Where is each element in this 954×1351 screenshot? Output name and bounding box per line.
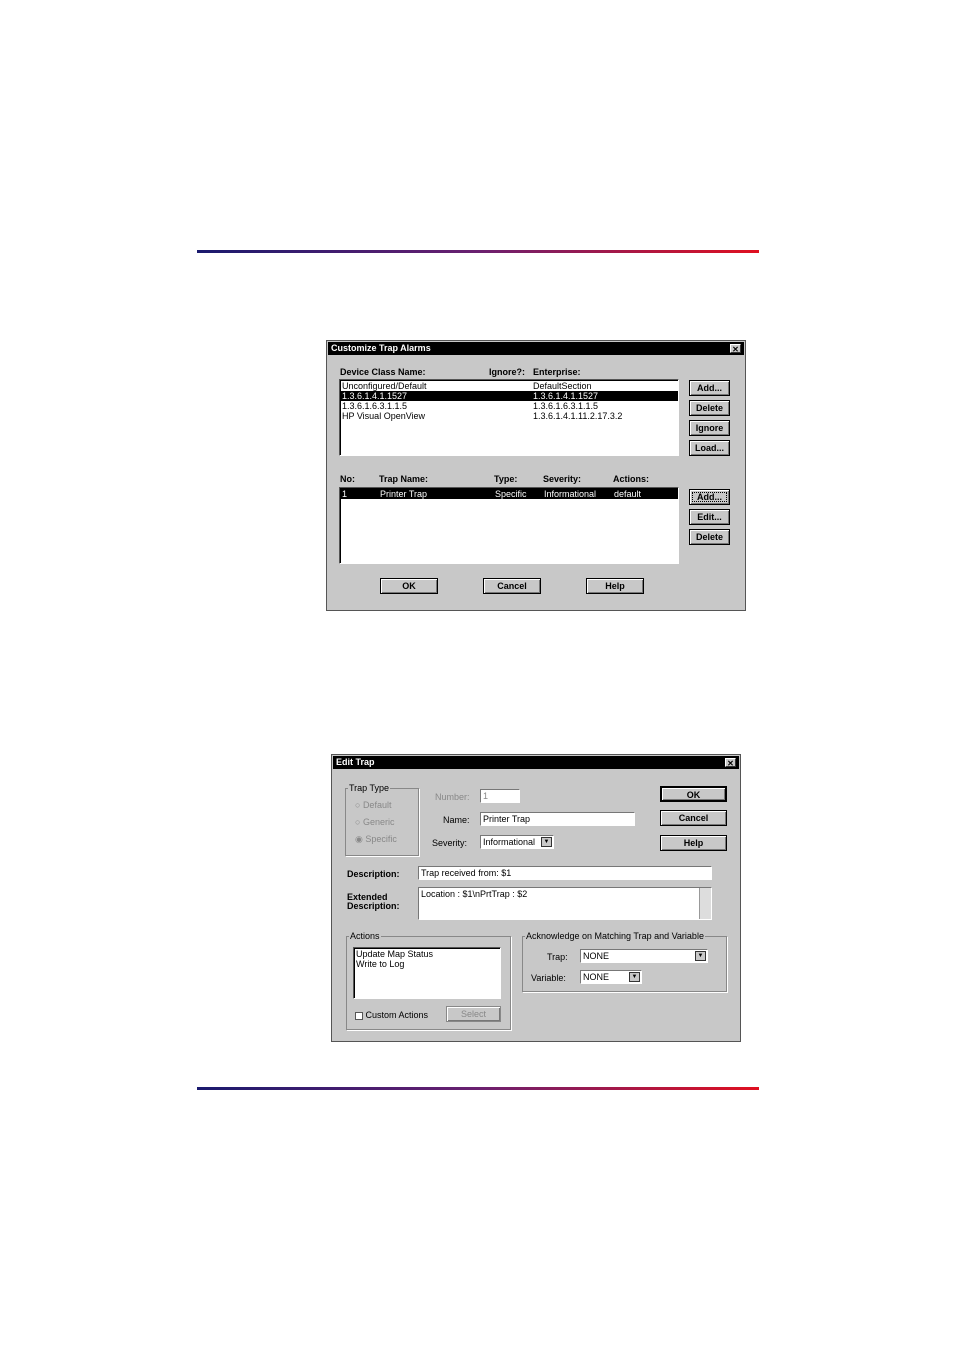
device-class-header: Device Class Name: xyxy=(340,367,426,377)
extended-label-2: Description: xyxy=(347,901,400,911)
scrollbar[interactable] xyxy=(699,888,711,919)
help-button[interactable]: Help xyxy=(586,578,644,594)
device-enterprise: 1.3.6.1.6.3.1.1.5 xyxy=(533,401,599,411)
close-icon[interactable]: ✕ xyxy=(725,758,736,768)
list-item[interactable]: 1.3.6.1.4.1.1527 1.3.6.1.4.1.1527 xyxy=(340,391,678,401)
device-ignore-button[interactable]: Ignore xyxy=(689,420,730,436)
device-add-button[interactable]: Add... xyxy=(689,380,730,396)
trap-actions: default xyxy=(614,489,642,499)
enterprise-header: Enterprise: xyxy=(533,367,581,377)
footer-rule xyxy=(197,1087,759,1090)
trap-value: NONE xyxy=(583,951,610,961)
description-field[interactable]: Trap received from: $1 xyxy=(418,866,712,880)
acknowledge-label: Acknowledge on Matching Trap and Variabl… xyxy=(525,931,705,941)
radio-label: Default xyxy=(362,800,392,810)
device-name: 1.3.6.1.6.3.1.1.5 xyxy=(342,401,408,411)
chevron-down-icon[interactable]: ▼ xyxy=(541,837,552,847)
type-header: Type: xyxy=(494,474,518,484)
radio-specific[interactable]: ◉ Specific xyxy=(355,834,397,845)
trap-list[interactable]: 1 Printer Trap Specific Informational defaul… xyxy=(339,487,679,564)
dialog-title: Customize Trap Alarms xyxy=(331,343,431,353)
dialog-title: Edit Trap xyxy=(336,757,375,767)
trap-no: 1 xyxy=(342,489,348,499)
ignore-header: Ignore?: xyxy=(489,367,525,377)
extended-description-text: Location : $1\nPrtTrap : $2 xyxy=(421,889,528,899)
title-bar: Customize Trap Alarms ✕ xyxy=(328,342,744,355)
table-row[interactable]: 1 Printer Trap Specific Informational defaul… xyxy=(340,489,678,499)
radio-label: Generic xyxy=(362,817,395,827)
custom-actions-checkbox[interactable]: Custom Actions xyxy=(355,1010,428,1020)
name-label: Name: xyxy=(443,815,470,825)
severity-label: Severity: xyxy=(432,838,468,848)
chevron-down-icon[interactable]: ▼ xyxy=(629,972,640,982)
device-name: 1.3.6.1.4.1.1527 xyxy=(342,391,408,401)
device-name: Unconfigured/Default xyxy=(342,381,427,391)
radio-label: Specific xyxy=(365,834,397,844)
actions-label: Actions xyxy=(349,931,381,941)
close-icon[interactable]: ✕ xyxy=(730,344,741,354)
checkbox-icon[interactable] xyxy=(355,1011,363,1020)
cancel-button[interactable]: Cancel xyxy=(483,578,541,594)
description-label: Description: xyxy=(347,869,400,879)
device-enterprise: DefaultSection xyxy=(533,381,592,391)
list-item[interactable]: Update Map Status xyxy=(356,949,498,959)
device-enterprise: 1.3.6.1.4.1.11.2.17.3.2 xyxy=(533,411,623,421)
device-name: HP Visual OpenView xyxy=(342,411,426,421)
ok-button[interactable]: OK xyxy=(660,786,727,802)
actions-group: Actions Update Map Status Write to Log C… xyxy=(346,931,511,1030)
actions-header: Actions: xyxy=(613,474,649,484)
acknowledge-group: Acknowledge on Matching Trap and Variabl… xyxy=(522,931,727,992)
trap-severity: Informational xyxy=(544,489,597,499)
name-field[interactable]: Printer Trap xyxy=(480,812,635,826)
edit-trap-dialog: Edit Trap ✕ Trap Type ○ Default ○ Generic… xyxy=(331,754,741,1042)
trap-type-group: Trap Type ○ Default ○ Generic ◉ Specific xyxy=(345,783,419,856)
trap-label: Trap: xyxy=(547,952,568,962)
variable-value: NONE xyxy=(583,972,610,982)
severity-value: Informational xyxy=(483,837,536,847)
list-item[interactable]: HP Visual OpenView 1.3.6.1.4.1.11.2.17.3.… xyxy=(340,411,678,421)
radio-default[interactable]: ○ Default xyxy=(355,800,391,810)
custom-actions-label: Custom Actions xyxy=(365,1010,429,1020)
variable-select[interactable]: NONE ▼ xyxy=(580,970,642,984)
severity-select[interactable]: Informational ▼ xyxy=(480,835,554,849)
list-item[interactable]: Write to Log xyxy=(356,959,498,969)
trap-type-label: Trap Type xyxy=(348,783,391,793)
list-item[interactable]: Unconfigured/Default DefaultSection xyxy=(340,381,678,391)
chevron-down-icon[interactable]: ▼ xyxy=(695,951,706,961)
trap-name-header: Trap Name: xyxy=(379,474,429,484)
help-button[interactable]: Help xyxy=(660,835,727,851)
no-header: No: xyxy=(340,474,355,484)
trap-name: Printer Trap xyxy=(380,489,428,499)
trap-add-button[interactable]: Add... xyxy=(689,489,730,505)
list-item[interactable]: 1.3.6.1.6.3.1.1.5 1.3.6.1.6.3.1.1.5 xyxy=(340,401,678,411)
trap-select[interactable]: NONE ▼ xyxy=(580,949,708,963)
device-class-list[interactable]: Unconfigured/Default DefaultSection 1.3.6… xyxy=(339,379,679,456)
cancel-button[interactable]: Cancel xyxy=(660,810,727,826)
number-field[interactable]: 1 xyxy=(480,789,520,803)
actions-list[interactable]: Update Map Status Write to Log xyxy=(353,947,501,999)
trap-delete-button[interactable]: Delete xyxy=(689,529,730,545)
trap-edit-button[interactable]: Edit... xyxy=(689,509,730,525)
header-rule xyxy=(197,250,759,253)
customize-trap-alarms-dialog: Customize Trap Alarms ✕ Device Class Name… xyxy=(326,340,746,611)
extended-description-field[interactable]: Location : $1\nPrtTrap : $2 xyxy=(418,887,712,920)
trap-type: Specific xyxy=(495,489,527,499)
device-load-button[interactable]: Load... xyxy=(689,440,730,456)
device-delete-button[interactable]: Delete xyxy=(689,400,730,416)
variable-label: Variable: xyxy=(531,973,566,983)
radio-generic[interactable]: ○ Generic xyxy=(355,817,394,827)
number-label: Number: xyxy=(435,792,470,802)
ok-button[interactable]: OK xyxy=(380,578,438,594)
severity-header: Severity: xyxy=(543,474,582,484)
select-button[interactable]: Select xyxy=(446,1006,501,1022)
title-bar: Edit Trap ✕ xyxy=(333,756,739,769)
device-enterprise: 1.3.6.1.4.1.1527 xyxy=(533,391,599,401)
